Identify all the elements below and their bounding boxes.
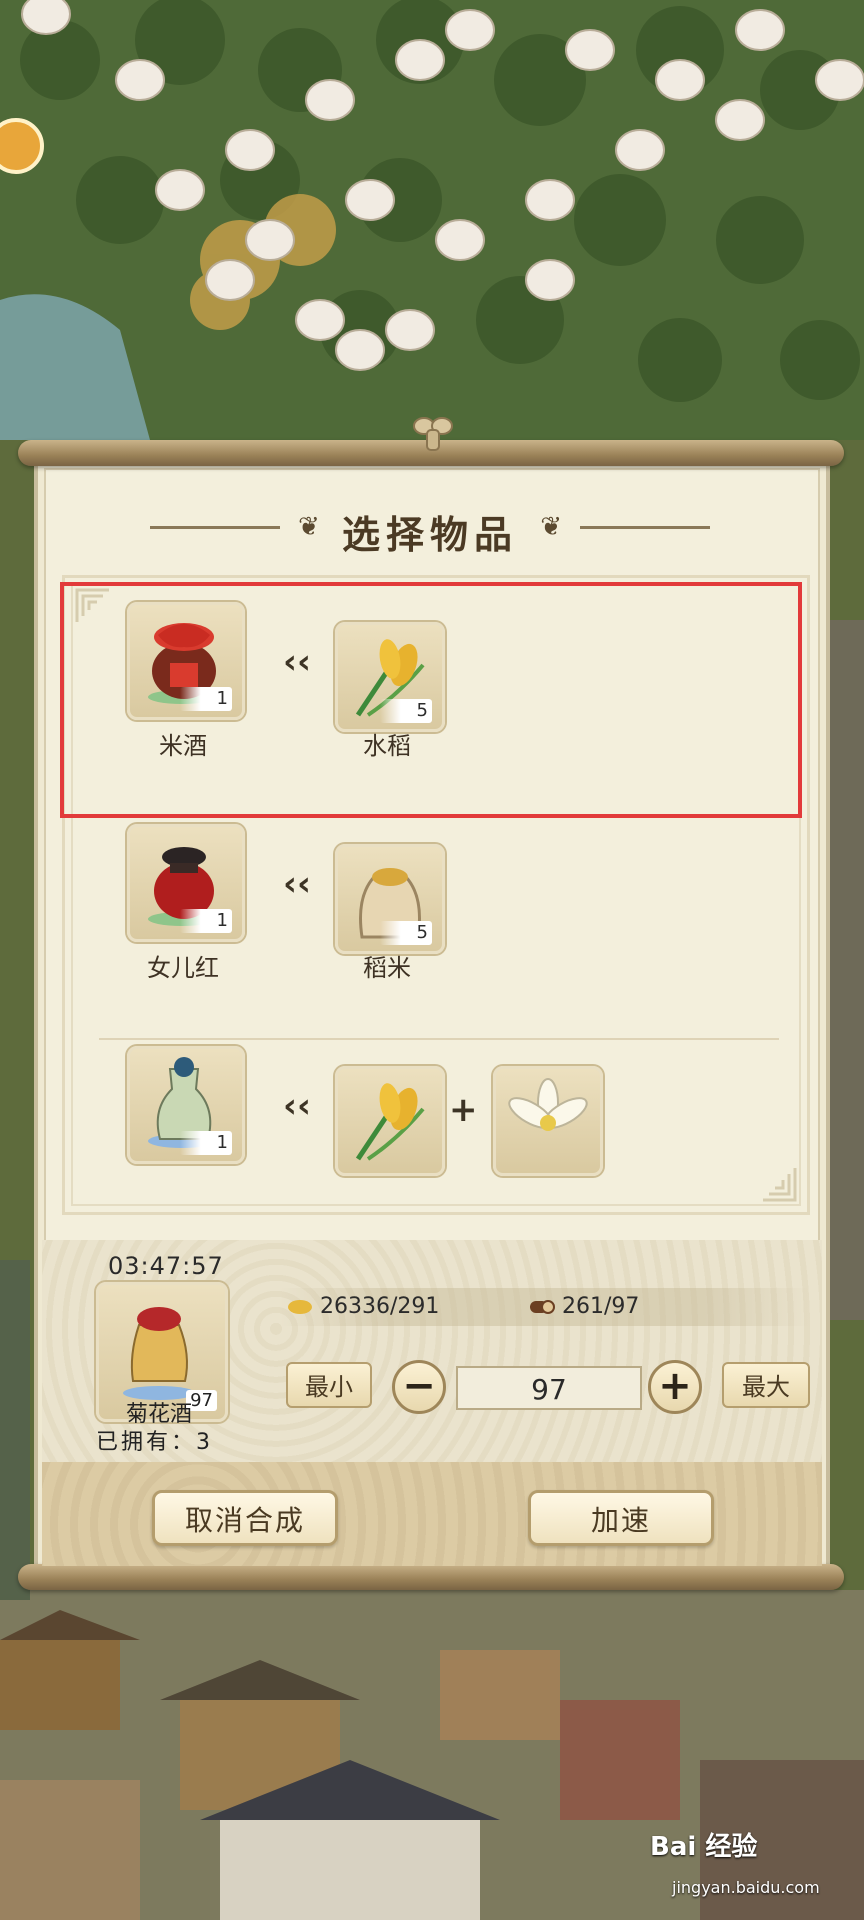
arrow-left-icon: ‹‹ <box>283 1086 312 1126</box>
ingredient-slot[interactable]: 5 <box>335 844 445 954</box>
grain-icon <box>288 1300 312 1314</box>
recipe-row[interactable]: 1 ‹‹ + <box>65 1042 807 1212</box>
cancel-crafting-button[interactable]: 取消合成 <box>152 1490 338 1546</box>
list-divider <box>99 1038 779 1040</box>
resource-wood-value: 261/97 <box>562 1294 640 1319</box>
owned-count: 已拥有：3 <box>96 1430 213 1455</box>
panel-title: 选择物品 <box>341 513 518 557</box>
craft-timer: 03:47:57 <box>108 1252 224 1280</box>
item-count: 5 <box>362 921 432 945</box>
plus-icon: + <box>449 1090 478 1130</box>
resource-grain: 26336/291 <box>286 1290 439 1324</box>
resource-wood: 261/97 <box>528 1290 639 1324</box>
minus-button[interactable]: − <box>392 1360 446 1414</box>
max-button[interactable]: 最大 <box>722 1362 810 1408</box>
watermark-url: jingyan.baidu.com <box>672 1878 820 1897</box>
panel-header: ❦ ❦ 选择物品 <box>140 500 720 557</box>
product-slot[interactable]: 1 <box>127 1046 245 1164</box>
selection-highlight <box>60 582 802 818</box>
recipe-row[interactable]: 1 女儿红 ‹‹ 5 稻米 <box>65 820 807 1040</box>
rope-knot-icon <box>413 417 453 451</box>
min-button[interactable]: 最小 <box>286 1362 372 1408</box>
quantity-input[interactable]: 97 <box>456 1366 642 1410</box>
resource-grain-value: 26336/291 <box>320 1294 440 1319</box>
arrow-left-icon: ‹‹ <box>283 864 312 904</box>
ingredient-name: 稻米 <box>363 954 411 982</box>
plus-button[interactable]: + <box>648 1360 702 1414</box>
watermark-brand: Bai 经验 <box>650 1832 758 1862</box>
product-name: 女儿红 <box>147 954 219 982</box>
wood-log-icon <box>530 1300 555 1314</box>
ingredient-slot[interactable] <box>493 1066 603 1176</box>
rice-plant-icon <box>355 1083 425 1161</box>
product-slot[interactable]: 1 <box>127 824 245 942</box>
orchard-area <box>0 0 864 440</box>
ingredient-slot[interactable] <box>335 1066 445 1176</box>
speed-up-button[interactable]: 加速 <box>528 1490 714 1546</box>
baidu-watermark: Bai 经验 jingyan.baidu.com <box>650 1826 850 1906</box>
item-count: 1 <box>162 909 232 933</box>
corner-fret-ornament <box>763 1168 797 1202</box>
scroll-bottom-rod <box>18 1564 844 1590</box>
item-count: 1 <box>162 1131 232 1155</box>
white-flower-icon <box>508 1078 588 1131</box>
